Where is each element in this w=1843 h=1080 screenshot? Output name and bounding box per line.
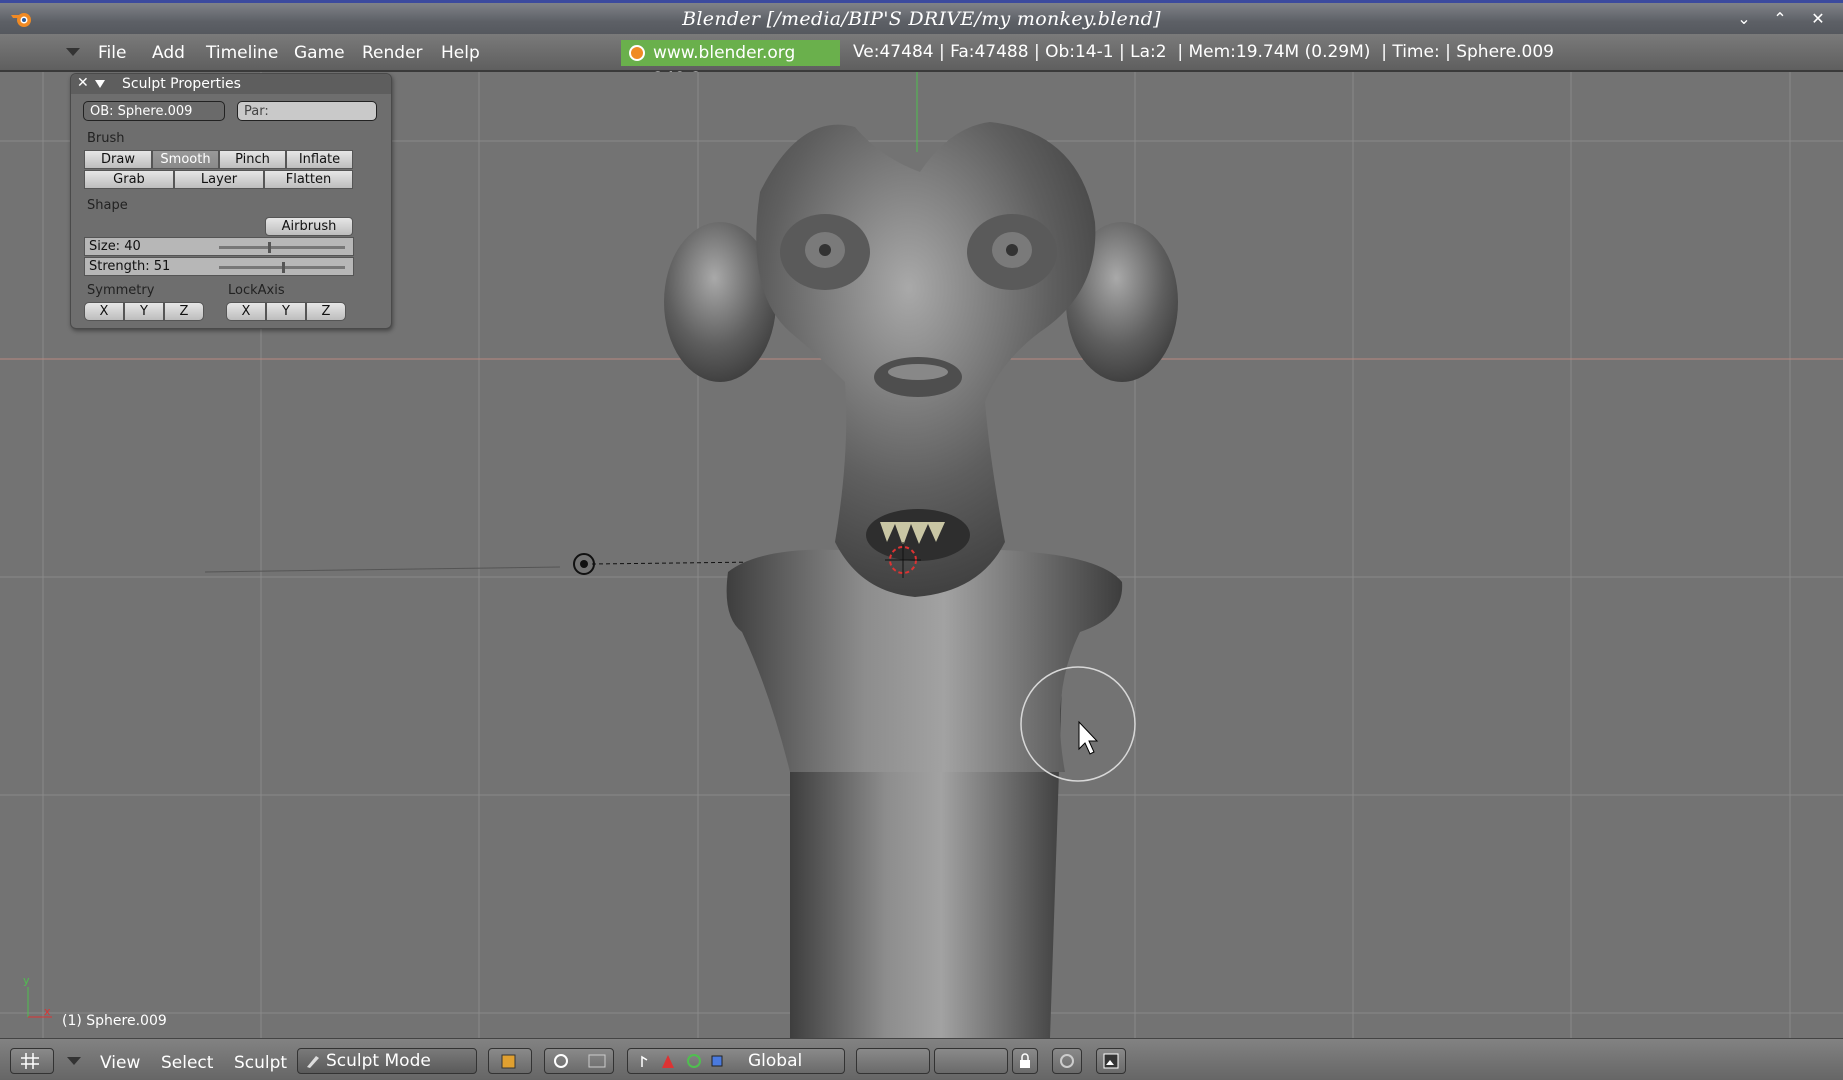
menu-add[interactable]: Add (152, 43, 185, 63)
menu-render[interactable]: Render (362, 43, 423, 63)
layer-buttons-1[interactable] (856, 1048, 930, 1074)
magnet-icon (1060, 1054, 1074, 1068)
strength-label: Strength: 51 (89, 259, 171, 274)
pivot-point-icon (554, 1054, 606, 1068)
size-label: Size: 40 (89, 239, 141, 254)
menu-view[interactable]: View (100, 1053, 140, 1073)
lockaxis-y-toggle[interactable]: Y (266, 302, 306, 321)
menu-help[interactable]: Help (441, 43, 480, 63)
minimize-icon[interactable]: ⌄ (1733, 9, 1755, 29)
snap-button[interactable] (1052, 1048, 1082, 1074)
size-track (219, 246, 345, 249)
lockaxis-z-toggle[interactable]: Z (306, 302, 346, 321)
shape-label: Shape (87, 198, 128, 213)
parent-field[interactable]: Par: (237, 101, 377, 121)
panel-header[interactable]: ✕ Sculpt Properties (71, 74, 391, 94)
strength-slider[interactable]: Strength: 51 (84, 257, 354, 276)
monkey-sculpt-model[interactable] (664, 122, 1178, 1038)
manipulator-icons (641, 1054, 723, 1068)
scene-stats: Ve:47484 | Fa:47488 | Ob:14-1 | La:2 | M… (853, 42, 1554, 62)
editor-type-button[interactable] (10, 1048, 54, 1074)
window-title: Blender [/media/BIP'S DRIVE/my monkey.bl… (682, 8, 1161, 30)
transform-manipulator-group[interactable]: Global (627, 1048, 845, 1074)
panel-title: Sculpt Properties (122, 76, 241, 92)
object-name-field[interactable]: OB: Sphere.009 (83, 101, 225, 121)
symmetry-label: Symmetry (87, 283, 155, 298)
layer-buttons-2[interactable] (934, 1048, 1008, 1074)
airbrush-toggle[interactable]: Airbrush (265, 217, 353, 236)
symmetry-y-toggle[interactable]: Y (124, 302, 164, 321)
render-preview-button[interactable] (1096, 1048, 1126, 1074)
brush-smooth-button[interactable]: Smooth (152, 150, 219, 169)
brush-draw-button[interactable]: Draw (84, 150, 152, 169)
lockaxis-label: LockAxis (228, 283, 285, 298)
svg-text:x: x (44, 1005, 51, 1018)
mode-selector[interactable]: Sculpt Mode (297, 1048, 477, 1074)
menu-sculpt[interactable]: Sculpt (234, 1053, 287, 1073)
lockaxis-x-toggle[interactable]: X (226, 302, 266, 321)
brush-icon (307, 1056, 319, 1068)
3d-viewport[interactable]: y x ✕ Sculpt Properties OB: Sphere.009 P… (0, 72, 1843, 1038)
brush-flatten-button[interactable]: Flatten (264, 170, 353, 189)
size-knob[interactable] (268, 242, 272, 253)
size-slider[interactable]: Size: 40 (84, 237, 354, 256)
brush-grab-button[interactable]: Grab (84, 170, 174, 189)
menu-file[interactable]: File (98, 43, 126, 63)
version-badge: www.blender.org 249.2 (621, 40, 840, 89)
lock-layers-button[interactable] (1012, 1048, 1038, 1074)
axis-orientation-icon: y x (23, 974, 52, 1018)
header-collapse-icon[interactable] (67, 1057, 81, 1065)
image-render-icon (1103, 1053, 1119, 1069)
menu-timeline[interactable]: Timeline (206, 43, 278, 63)
brush-inflate-button[interactable]: Inflate (286, 150, 353, 169)
viewport-header: View Select Sculpt Sculpt Mode Global (0, 1038, 1843, 1080)
strength-knob[interactable] (282, 262, 286, 273)
brush-label: Brush (87, 131, 125, 146)
pivot-buttons[interactable] (544, 1048, 614, 1074)
symmetry-z-toggle[interactable]: Z (164, 302, 204, 321)
close-window-icon[interactable]: ✕ (1807, 9, 1829, 29)
mouse-pointer-icon (1078, 720, 1099, 755)
collapse-panel-icon[interactable] (95, 80, 105, 88)
orientation-value: Global (748, 1051, 803, 1071)
menu-collapse-icon[interactable] (66, 48, 80, 56)
maximize-icon[interactable]: ⌃ (1769, 9, 1791, 29)
solid-shading-icon (501, 1054, 516, 1069)
menu-game[interactable]: Game (294, 43, 345, 63)
menu-select[interactable]: Select (161, 1053, 213, 1073)
title-bar: Blender [/media/BIP'S DRIVE/my monkey.bl… (0, 0, 1843, 34)
grid-editor-icon (21, 1053, 39, 1069)
active-object-label: (1) Sphere.009 (62, 1013, 167, 1029)
brush-layer-button[interactable]: Layer (174, 170, 264, 189)
lock-icon (1020, 1053, 1030, 1068)
sculpt-properties-panel[interactable]: ✕ Sculpt Properties OB: Sphere.009 Par: … (70, 73, 392, 329)
symmetry-x-toggle[interactable]: X (84, 302, 124, 321)
blender-badge-icon (629, 45, 645, 61)
lamp-icon[interactable] (204, 553, 761, 575)
svg-text:y: y (23, 974, 30, 987)
close-panel-icon[interactable]: ✕ (77, 75, 89, 91)
mode-selector-value: Sculpt Mode (326, 1051, 431, 1071)
draw-type-button[interactable] (488, 1048, 532, 1074)
brush-pinch-button[interactable]: Pinch (219, 150, 286, 169)
